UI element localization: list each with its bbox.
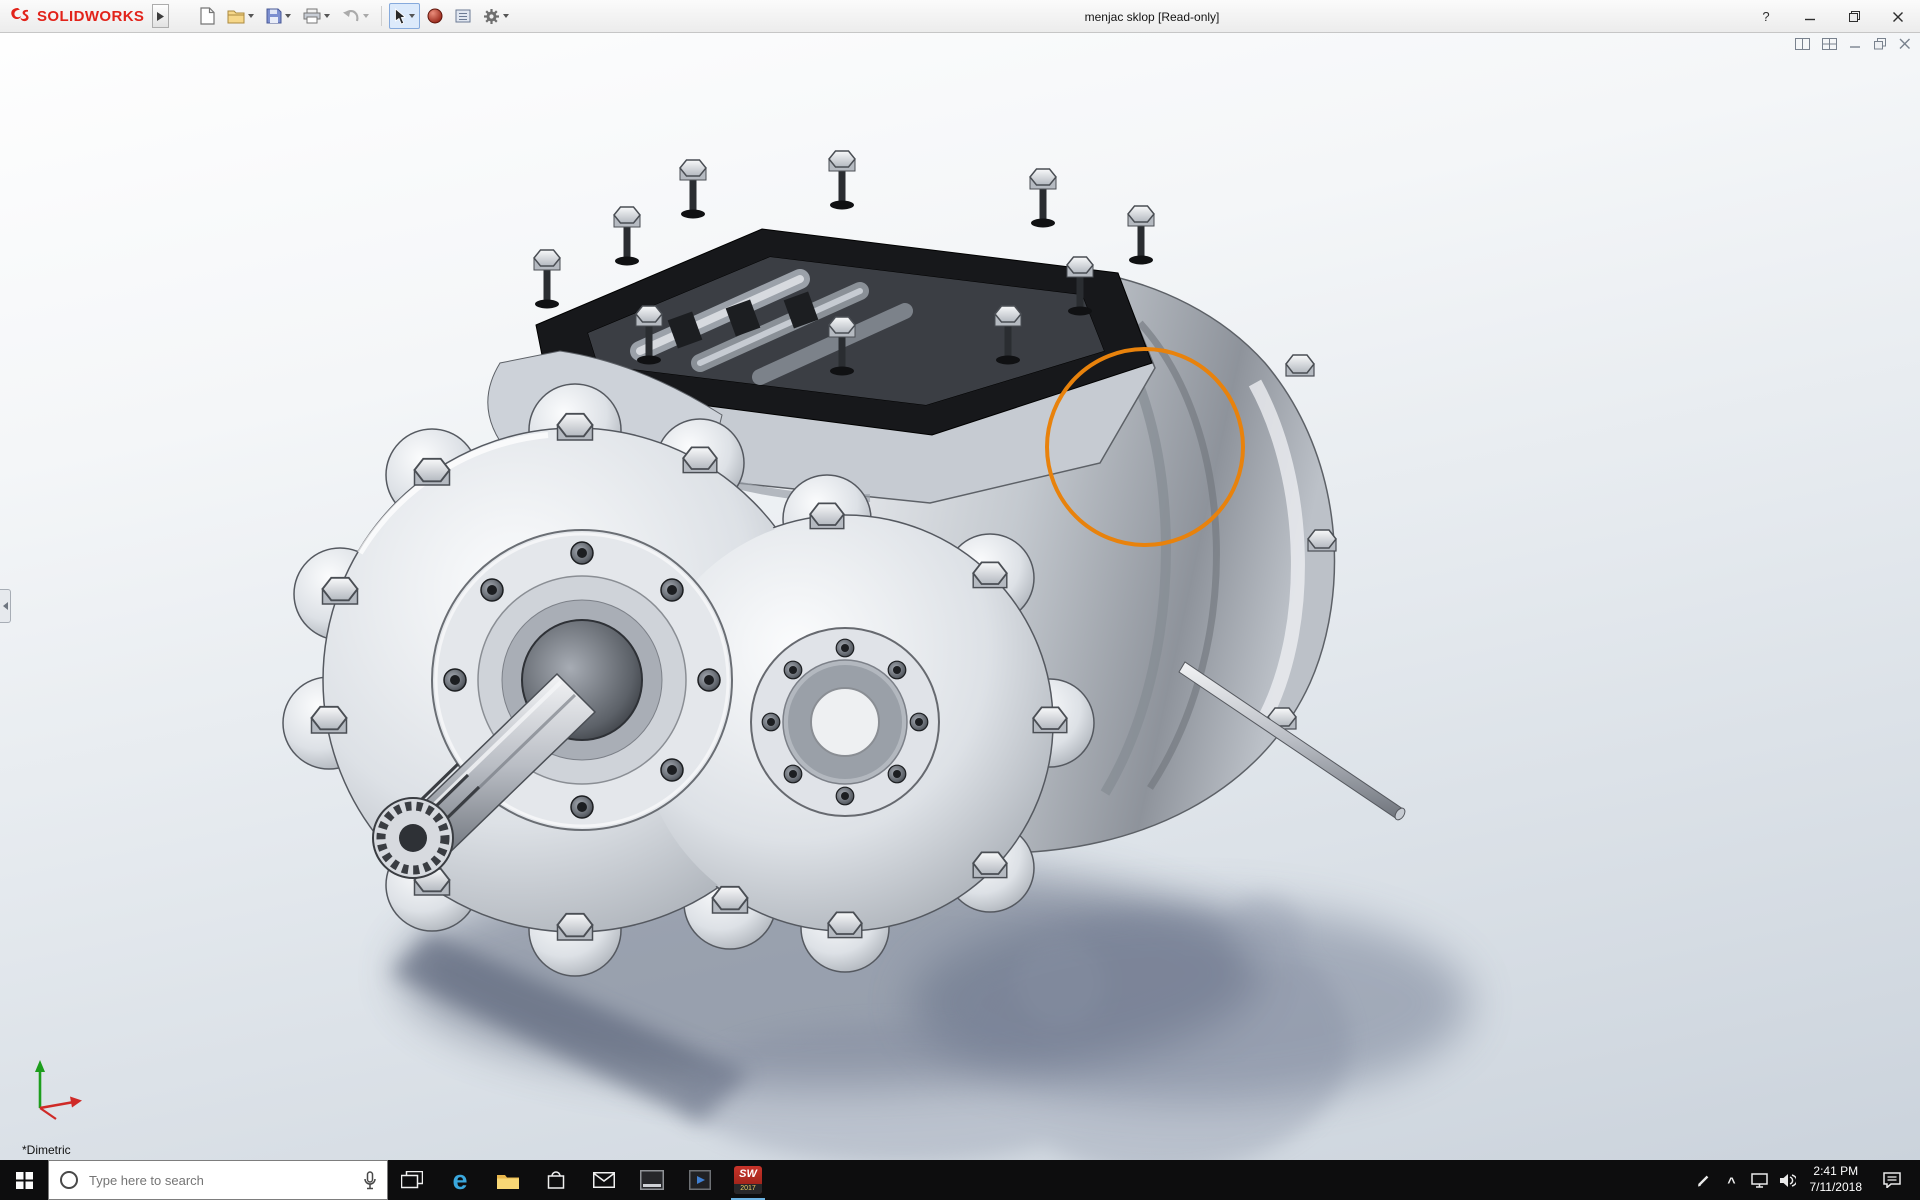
speaker-icon: [1779, 1173, 1796, 1188]
flyout-arrow-icon: [157, 12, 164, 21]
save-dropdown-caret[interactable]: [285, 14, 291, 18]
edge-icon: e: [452, 1167, 467, 1194]
restore-button[interactable]: [1832, 0, 1876, 33]
network-icon: [1751, 1173, 1768, 1188]
collapse-arrow-icon: [3, 602, 8, 610]
orientation-triad: [18, 1052, 92, 1126]
restore-icon: [1848, 10, 1861, 23]
brand-wordmark: SOLIDWORKS: [37, 8, 144, 25]
network-button[interactable]: [1746, 1160, 1774, 1200]
minimize-icon: [1804, 11, 1816, 23]
action-center-button[interactable]: [1870, 1172, 1914, 1188]
ds-logo-icon: [8, 6, 32, 26]
appearance-sphere-icon: [427, 8, 443, 24]
microphone-icon[interactable]: [363, 1171, 377, 1190]
doc-close-icon[interactable]: [1899, 38, 1911, 50]
design-library-button[interactable]: [450, 3, 476, 29]
screen: SOLIDWORKS: [0, 0, 1920, 1200]
solidworks-taskbar-button[interactable]: SW 2017: [724, 1160, 772, 1200]
new-document-icon: [200, 7, 215, 25]
toolbar-flyout-button[interactable]: [152, 4, 169, 28]
toolbar-separator: [381, 6, 382, 26]
x-axis-arrow: [70, 1097, 82, 1108]
cortana-icon: [59, 1170, 79, 1190]
taskbar: e: [0, 1160, 1920, 1200]
main-toolbar: [195, 3, 514, 29]
store-bag-icon: [546, 1170, 566, 1190]
feature-panel-collapse-tab[interactable]: [0, 589, 11, 623]
options-gear-icon: [483, 8, 500, 25]
document-window-controls: [1795, 38, 1911, 50]
select-dropdown-caret[interactable]: [409, 14, 415, 18]
new-document-button[interactable]: [195, 3, 220, 29]
undo-button[interactable]: [337, 3, 374, 29]
pen-icon: [1696, 1172, 1712, 1188]
system-tray: ^ 2:41 PM 7/11/2018: [1690, 1160, 1920, 1200]
select-cursor-icon: [394, 8, 406, 25]
3d-model-canvas[interactable]: [0, 33, 1920, 1160]
open-dropdown-caret[interactable]: [248, 14, 254, 18]
window-controls: ?: [1744, 0, 1920, 33]
y-axis-arrow: [35, 1060, 45, 1072]
graphics-viewport[interactable]: *Dimetric: [0, 33, 1920, 1160]
design-library-icon: [455, 8, 471, 24]
close-icon: [1892, 11, 1904, 23]
document-title: menjac sklop [Read-only]: [1085, 0, 1220, 33]
volume-button[interactable]: [1774, 1160, 1802, 1200]
taskbar-search[interactable]: [48, 1160, 388, 1200]
options-dropdown-caret[interactable]: [503, 14, 509, 18]
task-view-button[interactable]: [388, 1160, 436, 1200]
split-view-quad-icon[interactable]: [1822, 38, 1837, 50]
file-explorer-button[interactable]: [484, 1160, 532, 1200]
task-view-icon: [401, 1171, 423, 1189]
pinned-app-dark-1-button[interactable]: [628, 1160, 676, 1200]
dark-app-media-icon: [689, 1170, 711, 1190]
z-axis-arrow: [40, 1108, 56, 1119]
mail-button[interactable]: [580, 1160, 628, 1200]
clock-date: 7/11/2018: [1810, 1180, 1863, 1196]
app-brand: SOLIDWORKS: [0, 0, 144, 32]
action-center-icon: [1883, 1172, 1901, 1188]
open-folder-icon: [227, 9, 245, 24]
taskbar-clock[interactable]: 2:41 PM 7/11/2018: [1802, 1164, 1871, 1195]
file-explorer-icon: [496, 1171, 520, 1190]
print-dropdown-caret[interactable]: [324, 14, 330, 18]
clock-time: 2:41 PM: [1810, 1164, 1863, 1180]
select-tool-button[interactable]: [389, 3, 420, 29]
save-floppy-icon: [266, 8, 282, 24]
doc-minimize-icon[interactable]: [1849, 38, 1862, 50]
appearance-button[interactable]: [422, 3, 448, 29]
view-orientation-label: *Dimetric: [22, 1143, 71, 1157]
doc-restore-icon[interactable]: [1874, 38, 1887, 50]
right-hub: [751, 628, 939, 816]
dark-app-window-icon: [640, 1170, 664, 1190]
options-button[interactable]: [478, 3, 514, 29]
help-button[interactable]: ?: [1744, 0, 1788, 33]
pinned-app-dark-2-button[interactable]: [676, 1160, 724, 1200]
print-button[interactable]: [298, 3, 335, 29]
minimize-button[interactable]: [1788, 0, 1832, 33]
undo-icon: [342, 9, 360, 23]
open-button[interactable]: [222, 3, 259, 29]
mail-envelope-icon: [593, 1172, 615, 1188]
edge-button[interactable]: e: [436, 1160, 484, 1200]
windows-logo-icon: [16, 1172, 33, 1189]
start-button[interactable]: [0, 1160, 48, 1200]
undo-dropdown-caret[interactable]: [363, 14, 369, 18]
close-button[interactable]: [1876, 0, 1920, 33]
titlebar: SOLIDWORKS: [0, 0, 1920, 33]
print-icon: [303, 8, 321, 24]
solidworks-app-icon: SW 2017: [734, 1166, 762, 1194]
save-button[interactable]: [261, 3, 296, 29]
windows-ink-button[interactable]: [1690, 1160, 1718, 1200]
show-hidden-icons-button[interactable]: ^: [1718, 1160, 1746, 1200]
split-view-vertical-icon[interactable]: [1795, 38, 1810, 50]
chevron-up-icon: ^: [1727, 1174, 1735, 1190]
search-input[interactable]: [89, 1173, 353, 1188]
store-button[interactable]: [532, 1160, 580, 1200]
